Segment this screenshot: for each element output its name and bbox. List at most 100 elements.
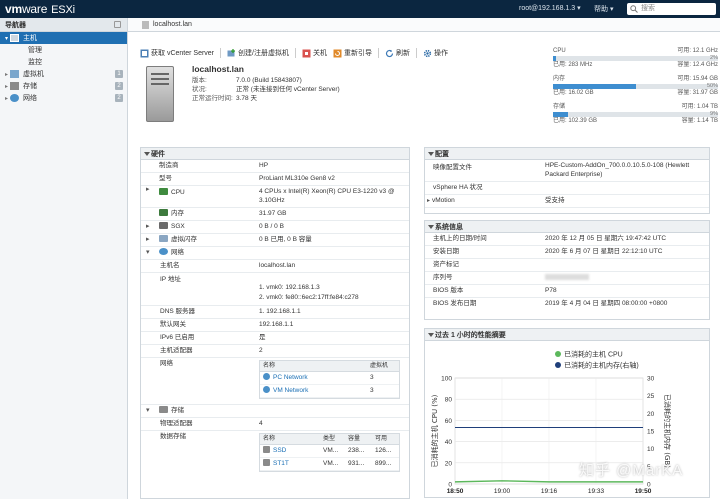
x-tick-label-1: 18:50 xyxy=(447,488,464,495)
ip-address-1: 1. vmk0: 192.168.1.3 xyxy=(259,284,320,291)
image-profile-value: HPE-Custom-AddOn_700.0.0.10.5.0-108 (Hew… xyxy=(545,162,690,178)
performance-panel-header[interactable]: 过去 1 小时的性能摘要 xyxy=(425,329,709,341)
vm-icon xyxy=(10,70,20,78)
pin-icon[interactable] xyxy=(114,21,121,28)
nav-item-vms[interactable]: ▸ 虚拟机 1 xyxy=(0,68,127,80)
host-datetime: 2020 年 12 月 05 日 星期六 19:47:42 UTC xyxy=(545,235,667,242)
hardware-panel-header[interactable]: 硬件 xyxy=(141,148,409,160)
y-tick-label-4: 60 xyxy=(445,418,453,425)
reboot-icon xyxy=(333,49,342,57)
storage-row[interactable]: ▾ 存储 xyxy=(141,405,409,418)
storage-count-badge: 2 xyxy=(115,82,123,90)
system-info-panel-header[interactable]: 系统信息 xyxy=(425,221,709,233)
y-axis-title: 已消耗的主机 CPU (%) xyxy=(430,394,439,467)
ssd-datastore-link[interactable]: SSD xyxy=(273,447,286,454)
create-vm-button[interactable]: 创建/注册虚拟机 xyxy=(227,48,289,58)
legend-marker-1 xyxy=(555,351,561,357)
search-icon xyxy=(630,5,638,13)
server-icon xyxy=(10,34,20,42)
datastore-icon xyxy=(263,459,270,466)
storage-icon xyxy=(159,406,168,413)
vmotion-row[interactable]: ▸ vMotion 受支持 xyxy=(425,195,709,208)
memory-value: 31.97 GB xyxy=(259,210,287,217)
install-date: 2020 年 6 月 07 日 星期日 22:12:10 UTC xyxy=(545,248,663,255)
vm-count-badge: 1 xyxy=(115,70,123,78)
nav-item-storage[interactable]: ▸ 存储 2 xyxy=(0,80,127,92)
cpu-row[interactable]: ▸ CPU 4 CPUs x Intel(R) Xeon(R) CPU E3-122… xyxy=(141,186,409,208)
config-panel-header[interactable]: 配置 xyxy=(425,148,709,160)
gear-icon xyxy=(423,49,432,57)
top-bar: vmware ESXi root@192.168.1.3 ▾ 帮助 ▾ 搜索 xyxy=(0,0,720,18)
search-input[interactable]: 搜索 xyxy=(627,3,716,15)
legend-label-2: 已消耗的主机内存(右轴) xyxy=(564,361,639,370)
network-row[interactable]: ▾ 网络 xyxy=(141,247,409,260)
table-row[interactable]: VM Network 3 xyxy=(260,385,399,398)
actions-button[interactable]: 操作 xyxy=(423,48,448,58)
sgx-row[interactable]: ▸ SGX 0 B / 0 B xyxy=(141,221,409,234)
server-image xyxy=(146,66,174,122)
config-panel: 配置 映像配置文件 HPE-Custom-AddOn_700.0.0.10.5.0… xyxy=(424,147,710,214)
y2-tick-label-7: 30 xyxy=(647,376,655,383)
pc-network-link[interactable]: PC Network xyxy=(273,374,308,381)
y2-tick-label-4: 15 xyxy=(647,429,655,436)
memory-icon xyxy=(159,209,168,216)
serial-redacted xyxy=(545,274,589,281)
network-icon xyxy=(159,248,168,255)
st1t-datastore-link[interactable]: ST1T xyxy=(273,460,289,467)
legend-marker-2 xyxy=(555,362,561,368)
refresh-button[interactable]: 刷新 xyxy=(385,48,410,58)
x-tick-label-4: 19:33 xyxy=(588,488,605,495)
reboot-button[interactable]: 重新引导 xyxy=(333,48,372,58)
get-vcenter-button[interactable]: 获取 vCenter Server xyxy=(140,48,214,58)
y-tick-label-5: 80 xyxy=(445,397,453,404)
shutdown-button[interactable]: 关机 xyxy=(302,48,327,58)
shutdown-icon xyxy=(302,49,311,57)
y2-tick-label-3: 10 xyxy=(647,446,655,453)
network-count-badge: 2 xyxy=(115,94,123,102)
nav-item-manage[interactable]: 管理 xyxy=(0,44,127,56)
navigator: 导航器 ▾ 主机 管理 监控 ▸ 虚拟机 1 ▸ 存储 2 ▸ 网络 2 xyxy=(0,18,128,499)
network-icon xyxy=(10,94,20,102)
user-menu[interactable]: root@192.168.1.3 ▾ xyxy=(519,4,581,12)
vm-network-link[interactable]: VM Network xyxy=(273,387,308,394)
host-state: 正常 (未连接到任何 vCenter Server) xyxy=(236,86,340,93)
datastore-table: 名称 类型 容量 可用 SSD VM... 238... 126... ST1T VM... 9… xyxy=(259,433,400,472)
ip-address-2: 2. vmk0: fe80::6ec2:17ff:fe84:c278 xyxy=(259,294,359,301)
bios-date: 2019 年 4 月 04 日 星期四 08:00:00 +0800 xyxy=(545,300,668,307)
nav-item-network[interactable]: ▸ 网络 2 xyxy=(0,92,127,104)
manufacturer-value: HP xyxy=(259,162,269,169)
x-tick-label-5: 19:50 xyxy=(635,488,652,495)
nav-item-host[interactable]: ▾ 主机 xyxy=(0,32,127,44)
navigator-header: 导航器 xyxy=(0,18,127,32)
y-tick-label-3: 40 xyxy=(445,439,453,446)
hardware-panel: 硬件 制造商 HP 型号 ProLiant ML310e Gen8 v2 ▸ CPU 4… xyxy=(140,147,410,499)
server-icon xyxy=(142,20,149,29)
datastore-icon xyxy=(263,446,270,453)
main-header: localhost.lan xyxy=(128,18,720,32)
network-table: 名称 虚拟机 PC Network 3 VM Network 3 xyxy=(259,360,400,399)
y2-axis-title: 已消耗的主机内存 (GB) xyxy=(663,394,672,468)
table-row[interactable]: PC Network 3 xyxy=(260,372,399,385)
host-name: localhost.lan xyxy=(192,64,244,74)
y2-tick-label-1: 0 xyxy=(647,482,651,489)
resource-usage: CPU 可用: 12.1 GHz 2% 已用: 283 MHz 容量: 12.4 G… xyxy=(553,48,718,132)
model-value: ProLiant ML310e Gen8 v2 xyxy=(259,175,335,182)
network-icon xyxy=(263,373,270,380)
vflash-row[interactable]: ▸ 虚拟闪存 0 B 已用, 0 B 容量 xyxy=(141,234,409,247)
create-vm-icon xyxy=(227,48,236,56)
host-summary: localhost.lan 版本: 7.0.0 (Build 15843807) … xyxy=(192,64,340,102)
cpu-usage: CPU 可用: 12.1 GHz 2% 已用: 283 MHz 容量: 12.4 G… xyxy=(553,48,718,68)
table-row[interactable]: ST1T VM... 931... 899... xyxy=(260,458,399,471)
storage-usage: 存储 可用: 1.04 TB 9% 已用: 102.39 GB 容量: 1.14 T… xyxy=(553,104,718,124)
x-tick-label-3: 19:16 xyxy=(541,488,558,495)
host-version: 7.0.0 (Build 15843807) xyxy=(236,77,302,84)
storage-icon xyxy=(10,82,20,90)
table-row[interactable]: SSD VM... 238... 126... xyxy=(260,445,399,458)
y-tick-label-6: 100 xyxy=(441,376,452,383)
nav-item-monitor[interactable]: 监控 xyxy=(0,56,127,68)
cpu-value: 4 CPUs x Intel(R) Xeon(R) CPU E3-1220 v3… xyxy=(259,188,395,204)
sgx-icon xyxy=(159,222,168,229)
help-menu[interactable]: 帮助 ▾ xyxy=(594,4,613,14)
y-tick-label-2: 20 xyxy=(445,460,453,467)
toolbar: 获取 vCenter Server 创建/注册虚拟机 关机 重新引导 刷新 操作 xyxy=(140,48,448,58)
